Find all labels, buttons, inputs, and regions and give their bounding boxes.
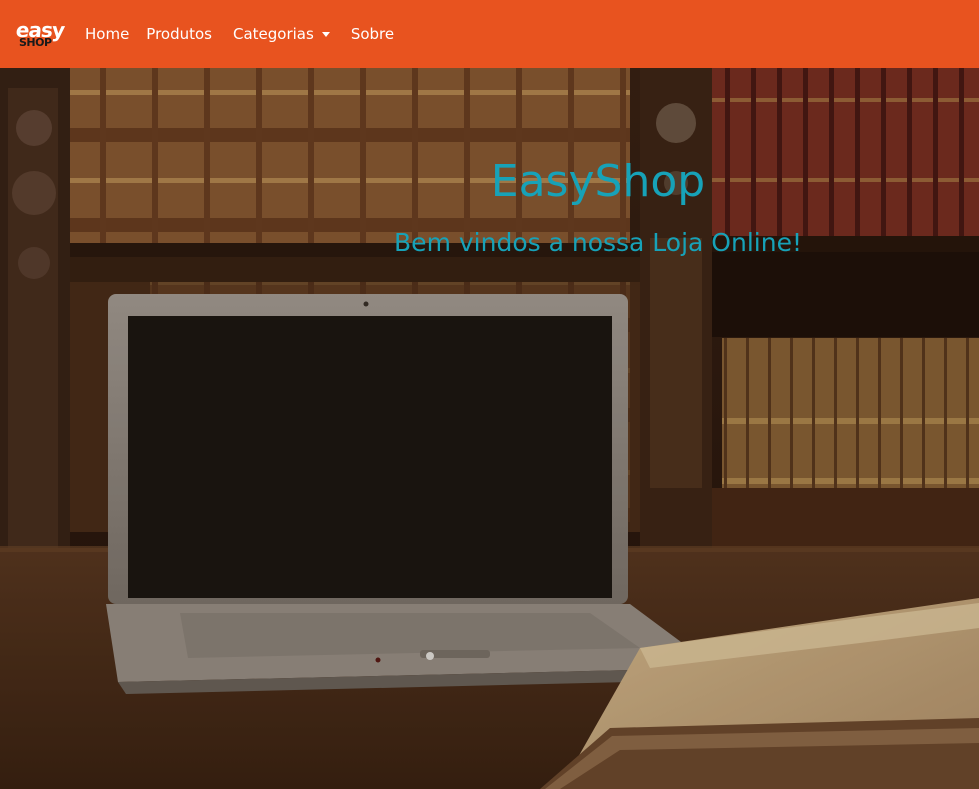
nav-link-produtos[interactable]: Produtos: [146, 25, 212, 43]
nav-dropdown-categorias[interactable]: Categorias: [233, 25, 330, 43]
brand-logo[interactable]: easy SHOP: [14, 14, 66, 54]
brand-logo-easy: easy: [14, 18, 66, 42]
nav-dropdown-categorias-label: Categorias: [233, 25, 314, 43]
nav-link-home[interactable]: Home: [85, 25, 129, 43]
hero-subtitle: Bem vindos a nossa Loja Online!: [394, 228, 802, 257]
nav-link-sobre[interactable]: Sobre: [351, 25, 394, 43]
hero-banner: EasyShop Bem vindos a nossa Loja Online!: [0, 68, 979, 789]
hero-title: EasyShop: [490, 156, 706, 207]
navbar: easy SHOP Home Produtos Categorias Sobre: [0, 0, 979, 68]
caret-down-icon: [321, 32, 330, 37]
